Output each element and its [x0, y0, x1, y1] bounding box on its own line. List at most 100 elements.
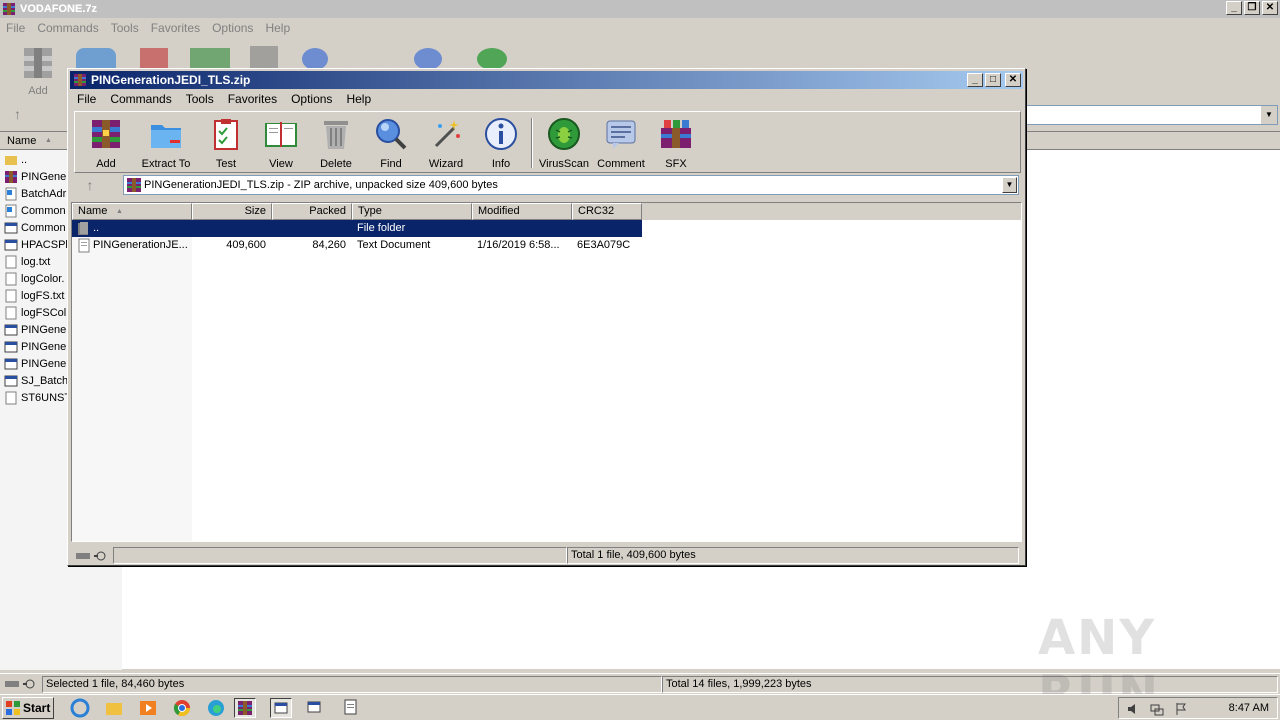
name-column-shade — [72, 220, 192, 541]
cell-packed — [272, 220, 346, 237]
view-button[interactable]: View — [252, 116, 310, 170]
menu-options[interactable]: Options — [206, 21, 259, 35]
sfx-button[interactable]: SFX — [647, 116, 705, 170]
virusscan-button[interactable]: VirusScan — [535, 116, 593, 170]
close-button[interactable]: ✕ — [1262, 1, 1278, 15]
menu-help[interactable]: Help — [259, 21, 296, 35]
extract-to-label: Extract To — [141, 158, 191, 170]
trash-can-icon[interactable] — [250, 46, 278, 70]
close-button[interactable]: ✕ — [1005, 73, 1021, 87]
address-bar: ↑ PINGenerationJEDI_TLS.zip - ZIP archiv… — [74, 173, 1021, 197]
winrar-icon — [3, 3, 15, 15]
start-label: Start — [23, 701, 51, 715]
network-icon[interactable] — [1149, 701, 1165, 717]
comment-button[interactable]: Comment — [592, 116, 650, 170]
maximize-button[interactable]: □ — [985, 73, 1001, 87]
chrome-icon[interactable] — [172, 698, 194, 718]
edge-icon[interactable] — [206, 698, 228, 718]
find-button[interactable]: Find — [362, 116, 420, 170]
menu-help[interactable]: Help — [339, 92, 378, 106]
address-input[interactable]: PINGenerationJEDI_TLS.zip - ZIP archive,… — [123, 175, 1019, 195]
column-name-header[interactable]: Name — [7, 135, 36, 147]
comment-icon — [606, 120, 636, 149]
chevron-down-icon[interactable]: ▼ — [1261, 106, 1277, 124]
add-button[interactable]: Add — [77, 116, 135, 170]
menu-tools[interactable]: Tools — [105, 21, 145, 35]
program-icon — [4, 358, 18, 369]
ie-icon[interactable] — [70, 698, 92, 718]
menu-commands[interactable]: Commands — [31, 21, 104, 35]
notepad-taskbar-icon[interactable] — [340, 698, 362, 718]
background-menubar: File Commands Tools Favorites Options He… — [0, 18, 1280, 38]
file-list-row[interactable]: .. File folder — [72, 220, 642, 237]
virus-scan-icon[interactable] — [477, 48, 507, 70]
menu-favorites[interactable]: Favorites — [221, 92, 284, 106]
menu-tools[interactable]: Tools — [179, 92, 221, 106]
background-file-name: logFSCol — [21, 306, 67, 319]
menubar: File Commands Tools Favorites Options He… — [70, 89, 1023, 109]
toolbar: Add Extract To Test View Delete Find Wiz… — [74, 111, 1021, 173]
column-crc32[interactable]: CRC32 — [572, 203, 642, 220]
window-taskbar-icon[interactable] — [304, 698, 326, 718]
wizard-label: Wizard — [428, 158, 464, 170]
column-type[interactable]: Type — [352, 203, 472, 220]
volume-icon[interactable] — [1125, 701, 1141, 717]
document-icon — [5, 204, 17, 217]
window-taskbar-icon[interactable] — [270, 698, 292, 718]
sfx-label: SFX — [665, 158, 687, 170]
extract-folder-icon — [151, 125, 181, 148]
parent-folder-icon — [78, 222, 88, 235]
archive-window-titlebar[interactable]: PINGenerationJEDI_TLS.zip _ □ ✕ — [70, 71, 1023, 89]
background-file-name: logFS.txt — [21, 289, 65, 302]
find-label: Find — [380, 158, 402, 170]
minimize-button[interactable]: _ — [967, 73, 983, 87]
view-book-icon[interactable] — [190, 48, 230, 70]
cell-type: File folder — [357, 222, 406, 234]
column-name[interactable]: Name ▲ — [72, 203, 192, 220]
add-button[interactable]: Add — [18, 46, 58, 97]
background-window-titlebar[interactable]: VODAFONE.7z _ ❐ ✕ — [0, 0, 1280, 18]
info-icon[interactable] — [414, 48, 442, 70]
extract-to-button[interactable]: Extract To — [137, 116, 195, 170]
file-list-row[interactable]: PINGenerationJE... 409,600 84,260 Text Docu… — [72, 237, 642, 254]
flag-icon[interactable] — [1173, 701, 1189, 717]
menu-commands[interactable]: Commands — [103, 92, 178, 106]
cell-size: 409,600 — [226, 239, 266, 251]
menu-file[interactable]: File — [0, 21, 31, 35]
clock[interactable]: 8:47 AM — [1229, 702, 1269, 714]
chevron-down-icon[interactable]: ▼ — [1002, 177, 1017, 193]
drive-icon — [75, 550, 111, 562]
winrar-taskbar-icon[interactable] — [234, 698, 256, 718]
test-button[interactable]: Test — [197, 116, 255, 170]
media-player-icon[interactable] — [138, 698, 160, 718]
up-one-level-icon[interactable]: ↑ — [80, 176, 100, 194]
windows-logo-icon — [6, 701, 20, 715]
file-list[interactable]: Name ▲ Size Packed Type Modified CRC32 ..… — [71, 202, 1022, 542]
restore-button[interactable]: ❐ — [1244, 1, 1260, 15]
delete-button[interactable]: Delete — [307, 116, 365, 170]
explorer-folder-icon[interactable] — [104, 698, 126, 718]
virus-scan-icon — [548, 118, 580, 150]
minimize-button[interactable]: _ — [1226, 1, 1242, 15]
column-modified[interactable]: Modified — [472, 203, 572, 220]
test-clipboard-icon — [214, 119, 238, 150]
magnifier-icon[interactable] — [302, 48, 328, 70]
address-text: PINGenerationJEDI_TLS.zip - ZIP archive,… — [144, 179, 498, 191]
background-address-input[interactable]: ▼ — [1010, 105, 1278, 125]
menu-favorites[interactable]: Favorites — [145, 21, 206, 35]
status-total: Total 1 file, 409,600 bytes — [567, 547, 1019, 564]
menu-options[interactable]: Options — [284, 92, 339, 106]
background-file-name: logColor. — [21, 272, 65, 285]
background-window-title: VODAFONE.7z — [20, 3, 98, 15]
test-clipboard-icon[interactable] — [140, 48, 168, 70]
column-size[interactable]: Size — [192, 203, 272, 220]
up-arrow-icon[interactable]: ↑ — [14, 106, 21, 122]
column-packed[interactable]: Packed — [272, 203, 352, 220]
menu-file[interactable]: File — [70, 92, 103, 106]
start-button[interactable]: Start — [2, 697, 54, 719]
background-file-name: HPACSPb — [21, 238, 72, 251]
info-button[interactable]: Info — [472, 116, 530, 170]
wizard-button[interactable]: Wizard — [417, 116, 475, 170]
extract-folder-icon[interactable] — [76, 48, 116, 68]
virusscan-label: VirusScan — [539, 158, 589, 170]
